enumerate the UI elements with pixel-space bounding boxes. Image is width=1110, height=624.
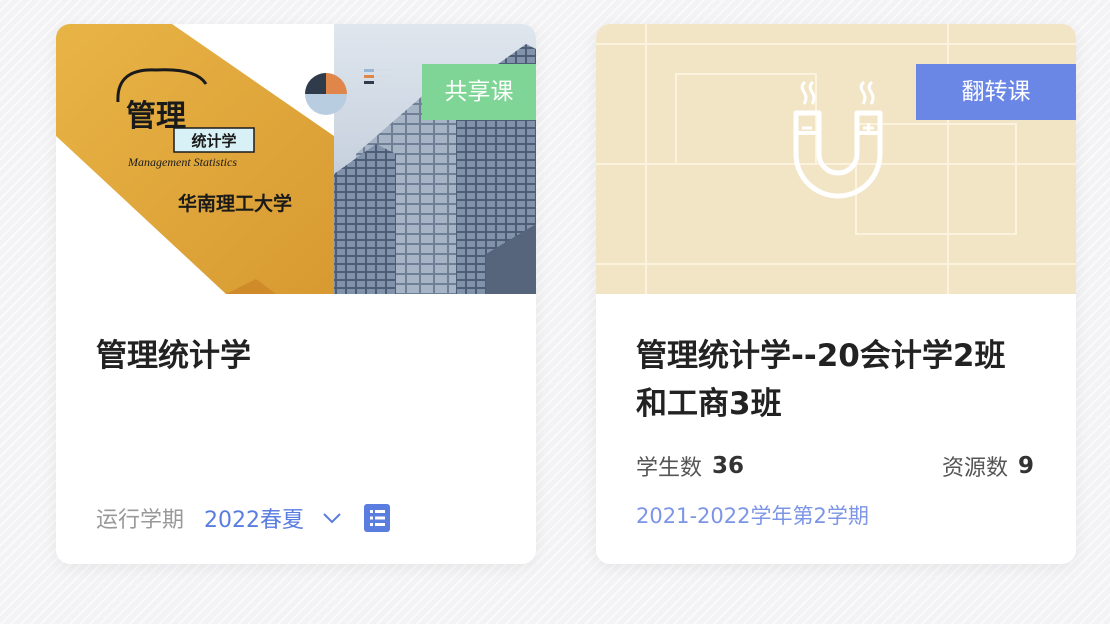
term-select[interactable]: 2022春夏 (204, 502, 342, 534)
resources-stat: 资源数 9 (942, 450, 1034, 482)
cover-university: 华南理工大学 (178, 192, 292, 215)
course-title[interactable]: 管理统计学 (96, 332, 496, 380)
semester-link[interactable]: 2021-2022学年第2学期 (636, 500, 869, 530)
chevron-down-icon[interactable] (322, 512, 342, 524)
course-card[interactable]: 管理 统计学 Management Statistics 华南理工大学 共享课 … (56, 24, 536, 564)
course-type-badge: 翻转课 (916, 64, 1076, 120)
term-label: 运行学期 (96, 508, 185, 533)
cover-logo-english: Management Statistics (127, 155, 237, 169)
cover-logo-subtitle: 统计学 (191, 132, 236, 150)
course-stats: 学生数 36 资源数 9 (636, 448, 1034, 484)
resources-label: 资源数 (941, 456, 1008, 481)
students-stat: 学生数 36 (636, 450, 744, 482)
term-row: 运行学期 2022春夏 (96, 498, 391, 538)
list-icon[interactable] (364, 504, 391, 532)
term-value[interactable]: 2022春夏 (204, 502, 304, 534)
resources-count: 9 (1017, 453, 1034, 479)
course-title[interactable]: 管理统计学--20会计学2班和工商3班 (636, 332, 1036, 428)
students-label: 学生数 (636, 456, 703, 481)
course-type-badge: 共享课 (422, 64, 536, 120)
students-count: 36 (712, 453, 745, 479)
course-card[interactable]: 翻转课 管理统计学--20会计学2班和工商3班 学生数 36 资源数 9 202… (596, 24, 1076, 564)
